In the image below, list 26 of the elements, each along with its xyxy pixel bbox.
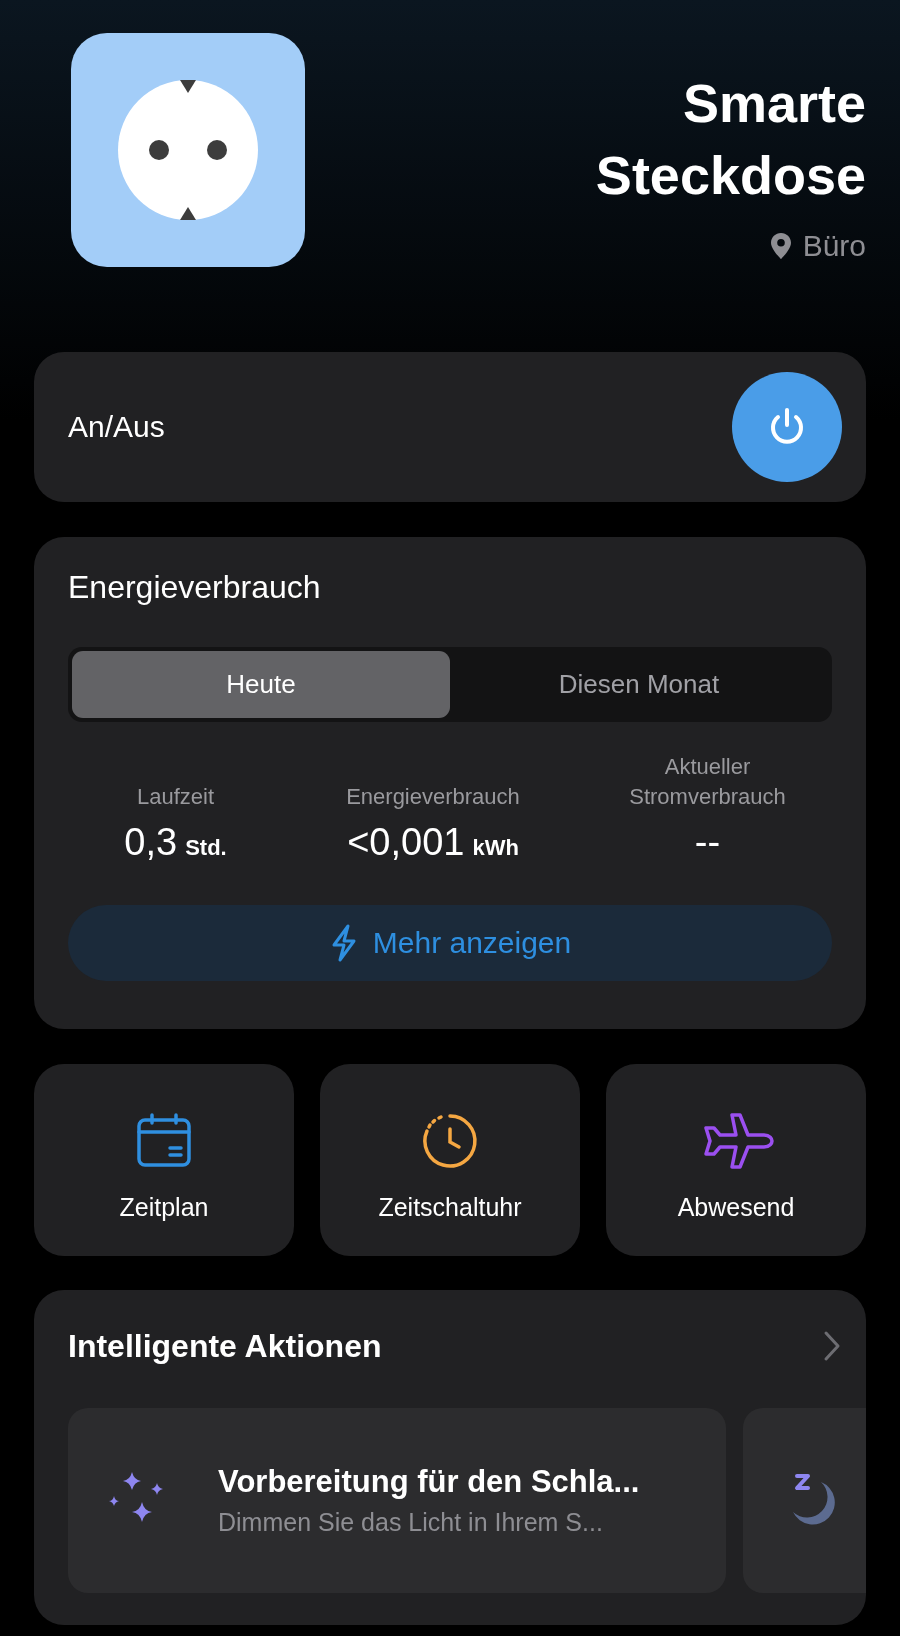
stat-label: Laufzeit [136,783,215,811]
stat-label: Aktueller Stromverbrauch [628,753,787,811]
device-title: Smarte Steckdose [594,72,866,207]
chevron-right-icon[interactable] [822,1330,842,1362]
show-more-button[interactable]: Mehr anzeigen [68,905,832,981]
smart-actions-title: Intelligente Aktionen [68,1327,382,1366]
stat-label: Energieverbrauch [346,783,520,811]
shortcut-tile[interactable]: Abwesend [606,1064,866,1256]
stat-unit: Std. [185,835,227,861]
location-label: Büro [802,229,866,263]
shortcut-tile[interactable]: Zeitplan [34,1064,294,1256]
stat-unit: kWh [472,835,519,861]
stat-value: <0,001 [347,820,465,864]
action-title: Vorbereitung für den Schla... [218,1464,640,1500]
power-label: An/Aus [68,410,165,444]
shortcut-tile[interactable]: Zeitschaltuhr [320,1064,580,1256]
location-pin-icon [770,233,791,259]
energy-title: Energieverbrauch [68,568,322,607]
period-tab[interactable]: Diesen Monat [450,651,828,718]
action-subtitle: Dimmen Sie das Licht in Ihrem S... [218,1508,604,1537]
action-card[interactable] [743,1408,866,1593]
action-card[interactable]: Vorbereitung für den Schla... Dimmen Sie das Licht in Ihrem S... [68,1408,726,1593]
stat-value: -- [694,820,721,864]
stat-value: 0,3 [124,820,178,864]
socket-icon [71,33,305,267]
period-tab[interactable]: Heute [72,651,450,718]
